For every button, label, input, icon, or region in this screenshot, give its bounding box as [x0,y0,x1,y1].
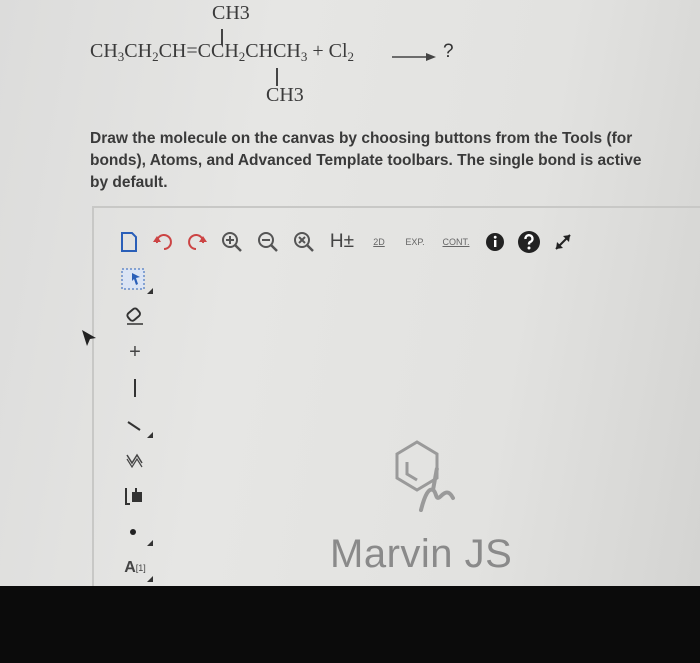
mouse-cursor-icon [82,330,96,346]
radical-tool-icon[interactable] [115,514,155,550]
atom-map-label: A [124,559,136,576]
select-tool-icon[interactable] [115,262,155,298]
new-document-icon[interactable] [112,227,146,257]
top-toolbar: H± 2D EXP. CONT. [112,222,700,262]
chain-tool-icon[interactable] [115,442,155,478]
template-tool-icon[interactable] [115,478,155,514]
info-icon[interactable] [478,227,512,257]
fullscreen-icon[interactable] [546,227,580,257]
zoom-reset-icon[interactable] [286,227,322,257]
submenu-indicator [147,576,153,582]
submenu-indicator [147,288,153,294]
single-bond-tool-icon[interactable] [115,370,155,406]
atom-map-superscript: [1] [135,563,146,573]
undo-icon[interactable] [146,227,180,257]
marvin-logo-icon [395,440,455,512]
atom-map-tool-icon[interactable]: A [1] [115,550,155,586]
redo-icon[interactable] [180,227,214,257]
clean-2d-button[interactable]: 2D [362,227,396,257]
left-toolbar: + A [1] [112,262,158,590]
contract-group-button[interactable]: CONT. [434,227,478,257]
erase-tool-icon[interactable] [115,298,155,334]
submenu-indicator [147,540,153,546]
product-placeholder: ? [443,41,454,62]
expand-group-button[interactable]: EXP. [396,227,434,257]
reaction-arrow-icon [392,53,436,61]
charge-tool-icon[interactable]: + [115,334,155,370]
ch3-bottom-substituent: CH3 [266,84,304,106]
zoom-in-icon[interactable] [214,227,250,257]
ch3-top-substituent: CH3 [212,2,250,24]
reactant-formula: CH3CH2CH=CCH2CHCH3 + Cl2 [90,40,355,64]
submenu-indicator [147,432,153,438]
help-icon[interactable] [512,227,546,257]
hydrogen-toggle[interactable]: H± [322,227,362,257]
zoom-out-icon[interactable] [250,227,286,257]
instruction-text: Draw the molecule on the canvas by choos… [90,130,642,191]
bottom-bezel [0,586,700,663]
bond-type-tool-icon[interactable] [115,406,155,442]
marvin-brand-text: Marvin JS [330,532,513,576]
